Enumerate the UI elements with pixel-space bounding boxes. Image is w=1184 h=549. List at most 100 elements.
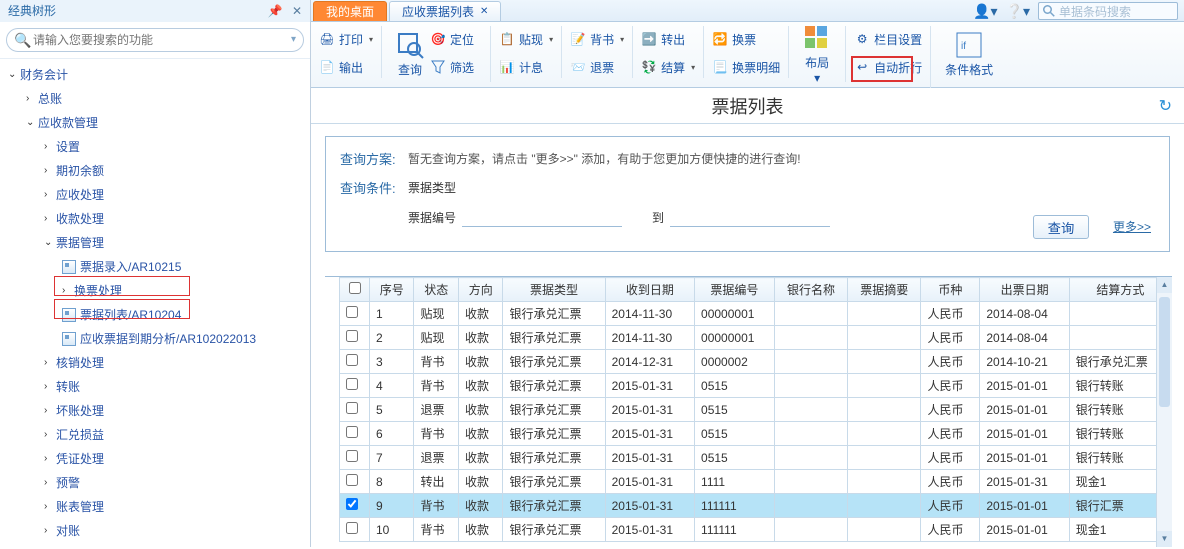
more-link[interactable]: 更多>> xyxy=(1113,218,1151,235)
scroll-thumb[interactable] xyxy=(1159,297,1170,407)
row-checkbox[interactable] xyxy=(346,354,358,366)
column-header[interactable]: 票据编号 xyxy=(695,278,775,302)
tree-item-label: 票据管理 xyxy=(56,231,104,255)
discount-button[interactable]: 📋贴现▾ xyxy=(499,28,553,50)
row-checkbox[interactable] xyxy=(346,450,358,462)
row-checkbox[interactable] xyxy=(346,522,358,534)
scroll-up-icon[interactable]: ▲ xyxy=(1157,277,1172,293)
column-header[interactable]: 银行名称 xyxy=(774,278,847,302)
tree-item[interactable]: 票据录入/AR10215 xyxy=(4,255,310,279)
tab-bill-list[interactable]: 应收票据列表✕ xyxy=(389,1,501,21)
column-header[interactable] xyxy=(340,278,370,302)
row-checkbox[interactable] xyxy=(346,330,358,342)
print-button[interactable]: 🖨打印▾ xyxy=(319,28,373,50)
scroll-down-icon[interactable]: ▼ xyxy=(1157,531,1172,547)
locate-button[interactable]: 🎯定位 xyxy=(430,28,474,50)
interest-button[interactable]: 📊计息 xyxy=(499,56,553,78)
tree-item[interactable]: ›应收处理 xyxy=(4,183,310,207)
column-header[interactable]: 序号 xyxy=(370,278,414,302)
tree-item-label: 坏账处理 xyxy=(56,399,104,423)
sidebar-search[interactable]: 🔍 ▾ xyxy=(6,28,304,52)
tree-item[interactable]: ›汇兑损益 xyxy=(4,423,310,447)
tree-item[interactable]: ›换票处理 xyxy=(4,279,310,303)
tree-item[interactable]: 票据列表/AR10204 xyxy=(4,303,310,327)
table-row[interactable]: 1贴现收款银行承兑汇票2014-11-3000000001人民币2014-08-… xyxy=(340,302,1172,326)
bill-type-label: 票据类型 xyxy=(408,179,456,196)
column-header[interactable]: 票据摘要 xyxy=(848,278,921,302)
reject-button[interactable]: 📨退票 xyxy=(570,56,624,78)
person-icon[interactable]: 👤▾ xyxy=(973,3,997,20)
filter-button[interactable]: 筛选 xyxy=(430,56,474,78)
auto-wrap-button[interactable]: ↩自动折行 xyxy=(854,56,922,78)
bill-no-to-input[interactable] xyxy=(670,207,830,227)
tree-item[interactable]: ›凭证处理 xyxy=(4,447,310,471)
column-header[interactable]: 状态 xyxy=(414,278,458,302)
tree-item[interactable]: ⌄应收款管理 xyxy=(4,111,310,135)
tree-item[interactable]: ›期初余额 xyxy=(4,159,310,183)
column-header[interactable]: 币种 xyxy=(921,278,980,302)
tree-item[interactable]: ⌄票据管理 xyxy=(4,231,310,255)
tree-item[interactable]: ›总账 xyxy=(4,87,310,111)
tree-item-label: 应收票据到期分析/AR102022013 xyxy=(80,327,256,351)
scheme-hint: 暂无查询方案，请点击 "更多>>" 添加，有助于您更加方便快捷的进行查询! xyxy=(408,150,801,167)
output-button[interactable]: 📄输出 xyxy=(319,56,373,78)
table-row[interactable]: 8转出收款银行承兑汇票2015-01-311111人民币2015-01-31现金… xyxy=(340,470,1172,494)
row-checkbox[interactable] xyxy=(346,426,358,438)
col-settings-button[interactable]: ⚙栏目设置 xyxy=(854,28,922,50)
query-submit-button[interactable]: 查询 xyxy=(1033,215,1089,239)
row-checkbox[interactable] xyxy=(346,378,358,390)
close-icon[interactable]: ✕ xyxy=(480,2,488,22)
row-checkbox[interactable] xyxy=(346,306,358,318)
tab-desktop[interactable]: 我的桌面 xyxy=(313,1,387,21)
help-icon[interactable]: ❔▾ xyxy=(1006,3,1030,20)
table-row[interactable]: 6背书收款银行承兑汇票2015-01-310515人民币2015-01-01银行… xyxy=(340,422,1172,446)
layout-button[interactable]: 布局▾ xyxy=(797,26,837,82)
tree-root[interactable]: ⌄财务会计 xyxy=(4,63,310,87)
tree-item[interactable]: ›账表管理 xyxy=(4,495,310,519)
table-row[interactable]: 3背书收款银行承兑汇票2014-12-310000002人民币2014-10-2… xyxy=(340,350,1172,374)
pin-icon[interactable]: 📌 xyxy=(268,4,283,18)
column-header[interactable]: 收到日期 xyxy=(605,278,694,302)
barcode-search[interactable]: 单据条码搜索 xyxy=(1038,2,1178,20)
query-button[interactable]: 查询 xyxy=(390,26,430,82)
chevron-down-icon[interactable]: ▾ xyxy=(291,34,296,45)
tree-item[interactable]: ›坏账处理 xyxy=(4,399,310,423)
table-row[interactable]: 7退票收款银行承兑汇票2015-01-310515人民币2015-01-01银行… xyxy=(340,446,1172,470)
transferout-button[interactable]: ➡️转出 xyxy=(641,28,695,50)
close-icon[interactable]: ✕ xyxy=(292,4,302,18)
document-icon xyxy=(62,260,76,274)
scrollbar-vertical[interactable]: ▲ ▼ xyxy=(1156,277,1172,547)
table-row[interactable]: 9背书收款银行承兑汇票2015-01-31111111人民币2015-01-01… xyxy=(340,494,1172,518)
cond-format-button[interactable]: if条件格式 xyxy=(939,26,999,82)
settle-button[interactable]: 💱结算▾ xyxy=(641,56,695,78)
table-row[interactable]: 4背书收款银行承兑汇票2015-01-310515人民币2015-01-01银行… xyxy=(340,374,1172,398)
select-all-checkbox[interactable] xyxy=(349,282,361,294)
table-row[interactable]: 5退票收款银行承兑汇票2015-01-310515人民币2015-01-01银行… xyxy=(340,398,1172,422)
svg-text:if: if xyxy=(961,41,966,52)
tree-item[interactable]: ›核销处理 xyxy=(4,351,310,375)
exchange-detail-button[interactable]: 📃换票明细 xyxy=(712,56,780,78)
column-header[interactable]: 出票日期 xyxy=(980,278,1069,302)
tree-item[interactable]: 应收票据到期分析/AR102022013 xyxy=(4,327,310,351)
row-checkbox[interactable] xyxy=(346,498,358,510)
sidebar-search-input[interactable] xyxy=(6,28,304,52)
tree-item[interactable]: ›设置 xyxy=(4,135,310,159)
row-checkbox[interactable] xyxy=(346,402,358,414)
bill-no-from-input[interactable] xyxy=(462,207,622,227)
tree-item-label: 对账 xyxy=(56,519,80,543)
column-header[interactable]: 票据类型 xyxy=(503,278,605,302)
refresh-icon[interactable]: ↻ xyxy=(1159,96,1172,116)
exchange-button[interactable]: 🔁换票 xyxy=(712,28,780,50)
row-checkbox[interactable] xyxy=(346,474,358,486)
table-row[interactable]: 10背书收款银行承兑汇票2015-01-31111111人民币2015-01-0… xyxy=(340,518,1172,542)
data-grid: 序号状态方向票据类型收到日期票据编号银行名称票据摘要币种出票日期结算方式 1贴现… xyxy=(339,277,1172,542)
tree-item[interactable]: ›收款处理 xyxy=(4,207,310,231)
tree-item[interactable]: ›预警 xyxy=(4,471,310,495)
endorse-button[interactable]: 📝背书▾ xyxy=(570,28,624,50)
page-title: 票据列表 xyxy=(712,93,784,119)
column-header[interactable]: 方向 xyxy=(458,278,502,302)
tree-item[interactable]: ›对账 xyxy=(4,519,310,543)
tree-item[interactable]: ›转账 xyxy=(4,375,310,399)
page-title-bar: 票据列表 ↻ xyxy=(311,88,1184,124)
table-row[interactable]: 2贴现收款银行承兑汇票2014-11-3000000001人民币2014-08-… xyxy=(340,326,1172,350)
